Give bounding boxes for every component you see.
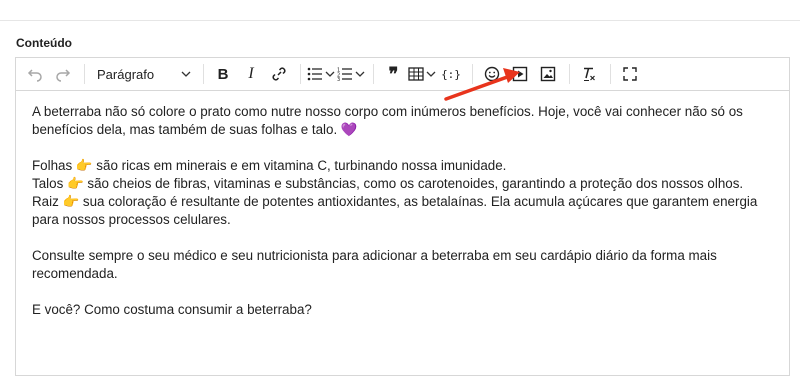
svg-text:3: 3 (337, 77, 340, 81)
top-divider (0, 20, 800, 21)
bold-button[interactable]: B (210, 61, 236, 87)
link-icon (271, 66, 287, 82)
chevron-down-icon (355, 71, 365, 77)
content-paragraph: Consulte sempre o seu médico e seu nutri… (32, 248, 717, 281)
fullscreen-icon (623, 67, 637, 81)
clear-format-icon (581, 66, 597, 82)
redo-button[interactable] (50, 61, 76, 87)
chevron-down-icon (426, 71, 436, 77)
clear-format-button[interactable] (576, 61, 602, 87)
undo-button[interactable] (22, 61, 48, 87)
toolbar-separator (373, 64, 374, 84)
numbered-list-button[interactable]: 123 (337, 61, 365, 87)
rich-text-editor[interactable]: Parágrafo B I 123 ❞ {:} A beterraba não … (15, 57, 790, 376)
bullet-list-icon (307, 67, 323, 81)
undo-icon (27, 66, 43, 82)
toolbar-separator (203, 64, 204, 84)
chevron-down-icon (325, 71, 335, 77)
content-paragraph: E você? Como costuma consumir a beterrab… (32, 302, 312, 317)
content-paragraph: Folhas 👉 são ricas em minerais e em vita… (32, 158, 507, 173)
chevron-down-icon (181, 69, 191, 79)
content-paragraph: Talos 👉 são cheios de fibras, vitaminas … (32, 176, 744, 191)
link-button[interactable] (266, 61, 292, 87)
numbered-list-icon: 123 (337, 67, 353, 81)
content-paragraph: A beterraba não só colore o prato como n… (32, 104, 743, 137)
field-label: Conteúdo (16, 36, 72, 50)
redo-icon (55, 66, 71, 82)
format-select[interactable]: Parágrafo (91, 61, 197, 87)
editor-content[interactable]: A beterraba não só colore o prato como n… (16, 91, 789, 319)
code-sample-button[interactable]: {:} (438, 61, 464, 87)
content-paragraph: Raiz 👉 sua coloração é resultante de pot… (32, 194, 758, 227)
toolbar-separator (569, 64, 570, 84)
bullet-list-button[interactable] (307, 61, 335, 87)
italic-button[interactable]: I (238, 61, 264, 87)
format-select-value: Parágrafo (97, 66, 155, 82)
table-icon (408, 67, 424, 81)
table-button[interactable] (408, 61, 436, 87)
insert-video-button[interactable] (507, 61, 533, 87)
fullscreen-button[interactable] (617, 61, 643, 87)
image-icon (540, 66, 556, 82)
emoji-button[interactable] (479, 61, 505, 87)
toolbar-separator (84, 64, 85, 84)
editor-toolbar: Parágrafo B I 123 ❞ {:} (16, 58, 789, 91)
insert-image-button[interactable] (535, 61, 561, 87)
blockquote-button[interactable]: ❞ (380, 61, 406, 87)
toolbar-separator (472, 64, 473, 84)
emoji-icon (484, 66, 500, 82)
toolbar-separator (300, 64, 301, 84)
toolbar-separator (610, 64, 611, 84)
video-icon (512, 66, 528, 82)
